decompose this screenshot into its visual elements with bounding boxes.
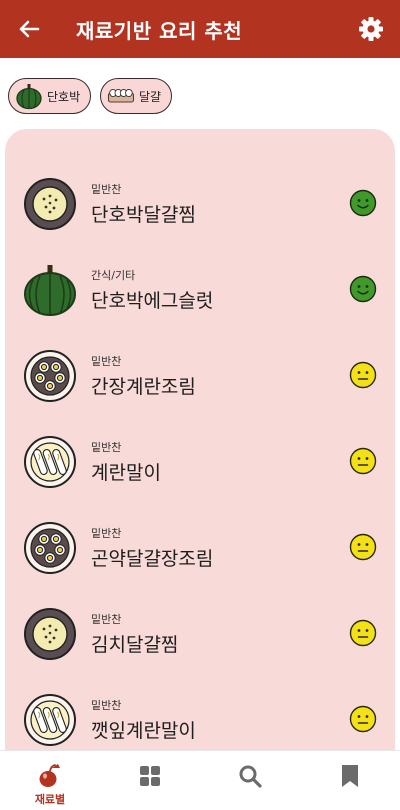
steamed-egg-dish-icon — [24, 178, 76, 230]
recipe-category: 밑반찬 — [91, 613, 122, 626]
braised-eggs-dish-icon — [24, 522, 76, 574]
pumpkin-icon — [16, 84, 42, 110]
recipe-category: 간식/기타 — [91, 269, 136, 282]
neutral-face-icon — [349, 619, 377, 647]
ingredient-chips: 단호박 달걀 — [0, 58, 400, 130]
nav-search[interactable] — [200, 751, 300, 810]
egg-roll-dish-icon — [24, 436, 76, 488]
recipe-name: 단호박달걀찜 — [91, 204, 196, 226]
nav-label: 재료별 — [34, 793, 66, 806]
nav-categories[interactable] — [100, 751, 200, 810]
nav-ingredients[interactable]: 재료별 — [0, 751, 100, 810]
recipe-item[interactable]: 밑반찬 단호박달걀찜 — [5, 157, 395, 243]
bottom-nav: 재료별 — [0, 750, 400, 810]
egg-roll-dish-icon — [24, 694, 76, 746]
recipe-name: 깻잎계란말이 — [91, 720, 196, 742]
happy-face-icon — [349, 189, 377, 217]
recipe-item[interactable]: 밑반찬 간장계란조림 — [5, 329, 395, 415]
recipe-name: 계란말이 — [91, 462, 161, 484]
ingredient-chip-pumpkin[interactable]: 단호박 — [8, 78, 92, 114]
ingredient-chip-label: 단호박 — [47, 89, 81, 104]
recipe-item[interactable]: 밑반찬 곤약달걀장조림 — [5, 501, 395, 587]
recipe-category: 밑반찬 — [91, 183, 122, 196]
steamed-egg-dish-icon — [24, 608, 76, 660]
search-icon — [239, 765, 262, 788]
happy-face-icon — [349, 275, 377, 303]
recipe-name: 곤약달걀장조림 — [91, 548, 214, 570]
recipe-name: 단호박에그슬럿 — [91, 290, 214, 312]
neutral-face-icon — [349, 533, 377, 561]
page-title: 재료기반 요리 추천 — [76, 19, 243, 43]
gear-icon[interactable] — [356, 14, 386, 44]
recipe-list: 밑반찬 단호박달걀찜 간식/기타 단호박에그슬럿 밑반찬 간장계란조림 밑반찬 … — [5, 129, 395, 769]
recipe-name: 간장계란조림 — [91, 376, 196, 398]
ingredient-chip-egg[interactable]: 달걀 — [100, 78, 173, 114]
recipe-category: 밑반찬 — [91, 699, 122, 712]
recipe-item[interactable]: 밑반찬 깻잎계란말이 — [5, 673, 395, 759]
egg-carton-icon — [107, 88, 135, 103]
nav-bookmark[interactable] — [300, 751, 400, 810]
back-arrow-icon[interactable] — [14, 14, 44, 44]
pumpkin-dish-icon — [24, 265, 76, 316]
recipe-category: 밑반찬 — [91, 441, 122, 454]
neutral-face-icon — [349, 705, 377, 733]
neutral-face-icon — [349, 447, 377, 475]
bookmark-icon — [342, 765, 358, 787]
recipe-item[interactable]: 간식/기타 단호박에그슬럿 — [5, 243, 395, 329]
recipe-category: 밑반찬 — [91, 355, 122, 368]
recipe-item[interactable]: 밑반찬 김치달걀찜 — [5, 587, 395, 673]
recipe-category: 밑반찬 — [91, 527, 122, 540]
recipe-name: 김치달걀찜 — [91, 634, 179, 656]
ingredient-icon — [39, 764, 60, 787]
neutral-face-icon — [349, 361, 377, 389]
braised-eggs-dish-icon — [24, 350, 76, 402]
category-grid-icon — [140, 766, 160, 786]
ingredient-chip-label: 달걀 — [139, 89, 162, 104]
recipe-item[interactable]: 밑반찬 계란말이 — [5, 415, 395, 501]
app-bar: 재료기반 요리 추천 — [0, 0, 400, 58]
